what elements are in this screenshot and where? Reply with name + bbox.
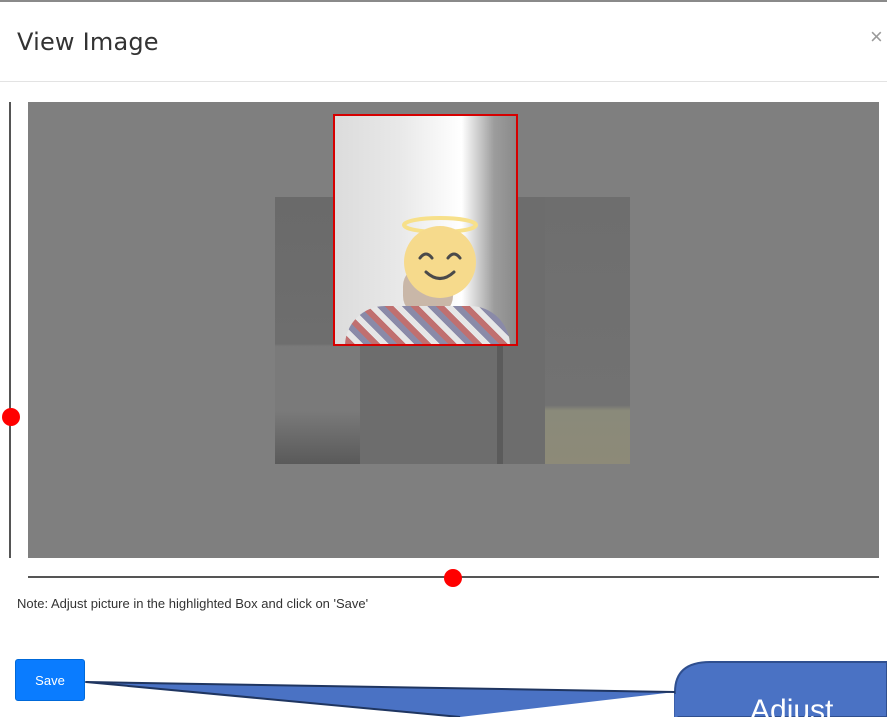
save-button[interactable]: Save [15,659,85,701]
annotation-callout [85,661,887,717]
view-image-dialog: View Image × Note: Adjust picture in the… [0,0,887,726]
callout-label: Adjust [750,696,834,726]
